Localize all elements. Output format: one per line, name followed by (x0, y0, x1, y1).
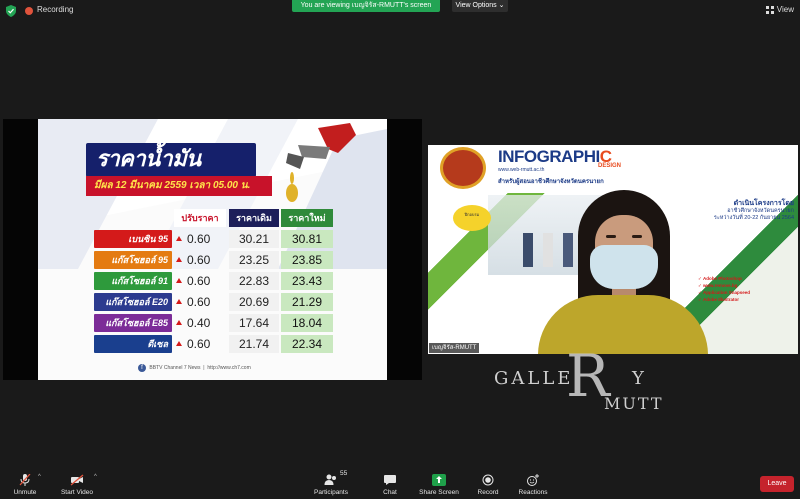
fuel-name: แก๊สโซฮอล์ E20 (94, 293, 172, 311)
top-bar: Recording You are viewing เบญจิรัส-RMUTT… (0, 0, 800, 22)
new-price: 18.04 (281, 314, 333, 332)
participant-name-tag: เบญจิรัส-RMUTT (429, 343, 480, 353)
unmute-label: Unmute (13, 489, 37, 496)
facebook-icon: f (138, 363, 146, 372)
participants-icon (324, 474, 336, 485)
col-header-change: ปรับราคา (174, 209, 226, 227)
new-price: 22.34 (281, 335, 333, 353)
presenter-eye (632, 235, 642, 238)
design-label: DESIGN (598, 163, 622, 169)
old-price: 30.21 (229, 230, 279, 248)
fuel-name: เบนซิน 95 (94, 230, 172, 248)
fuel-name: แก๊สโซฮอล์ 95 (94, 251, 172, 269)
video-tile-left[interactable]: ราคาน้ำมัน มีผล 12 มีนาคม 2559 เวลา 05.0… (3, 119, 422, 380)
table-row: แก๊สโซฮอล์ 95 0.60 23.25 23.85 (94, 251, 342, 269)
share-screen-button[interactable]: Share Screen (418, 467, 460, 499)
col-header-new-price: ราคาใหม่ (281, 209, 333, 227)
fuel-name: แก๊สโซฮอล์ E85 (94, 314, 172, 332)
unmute-button[interactable]: Unmute (10, 467, 40, 499)
new-price: 21.29 (281, 293, 333, 311)
infographic-banner: INFOGRAPHIC DESIGN www.web-rmutt.ac.th ส… (428, 145, 798, 193)
share-screen-label: Share Screen (419, 489, 459, 496)
up-arrow-icon (176, 278, 182, 283)
record-label: Record (477, 489, 499, 496)
chat-label: Chat (383, 489, 397, 496)
slide-footer: f BBTV Channel 7 News | http://www.ch7.c… (138, 363, 288, 374)
price-change: 0.60 (176, 251, 226, 269)
table-row: แก๊สโซฮอล์ E20 0.60 20.69 21.29 (94, 293, 342, 311)
table-row: ดีเซล 0.60 21.74 22.34 (94, 335, 342, 353)
new-price: 23.85 (281, 251, 333, 269)
view-options-button[interactable]: View Options ⌄ (452, 0, 508, 12)
up-arrow-icon (176, 257, 182, 262)
grid-icon (765, 5, 774, 14)
reactions-label: Reactions (518, 489, 548, 496)
slide-title: ราคาน้ำมัน (86, 143, 256, 177)
viewing-screen-banner: You are viewing เบญจิรัส-RMUTT's screen (292, 0, 440, 12)
up-arrow-icon (176, 299, 182, 304)
col-header-old-price: ราคาเดิม (229, 209, 279, 227)
slide-date: มีผล 12 มีนาคม 2559 เวลา 05.00 น. (86, 176, 272, 196)
participants-label: Participants (314, 489, 348, 496)
institution-seal-icon (440, 147, 486, 189)
record-icon (482, 474, 494, 486)
participants-count: 55 (340, 470, 348, 477)
start-video-label: Start Video (60, 489, 94, 496)
shield-icon[interactable] (6, 5, 16, 17)
face-mask (590, 245, 658, 289)
start-video-button[interactable]: Start Video (60, 467, 94, 499)
new-price: 30.81 (281, 230, 333, 248)
video-off-icon (70, 474, 84, 486)
price-change: 0.60 (176, 230, 226, 248)
meeting-toolbar: Unmute ^ Start Video ^ Participants 55 C… (0, 467, 800, 499)
chat-icon (384, 475, 396, 485)
leave-button[interactable]: Leave (760, 476, 794, 492)
up-arrow-icon (176, 320, 182, 325)
backdrop-info-text: ดำเนินโครงการโดย อาชีวศึกษาจังหวัดนครนาย… (713, 200, 794, 221)
recording-label: Recording (37, 5, 74, 14)
fuel-name: แก๊สโซฮอล์ 91 (94, 272, 172, 290)
smiley-plus-icon (527, 474, 539, 486)
fuel-price-slide: ราคาน้ำมัน มีผล 12 มีนาคม 2559 เวลา 05.0… (38, 119, 387, 380)
view-options-label: View Options (455, 2, 497, 9)
old-price: 23.25 (229, 251, 279, 269)
price-change: 0.60 (176, 272, 226, 290)
chat-button[interactable]: Chat (380, 467, 400, 499)
view-button[interactable]: View (765, 5, 794, 14)
old-price: 20.69 (229, 293, 279, 311)
new-price: 23.43 (281, 272, 333, 290)
old-price: 22.83 (229, 272, 279, 290)
infographic-url: www.web-rmutt.ac.th (498, 167, 545, 173)
audio-options-chevron-icon[interactable]: ^ (38, 474, 41, 480)
old-price: 21.74 (229, 335, 279, 353)
presenter-eye (606, 235, 616, 238)
old-price: 17.64 (229, 314, 279, 332)
gallery-rmutt-watermark: GALLE R Y MUTT (494, 342, 664, 413)
fuel-nozzle-icon (286, 123, 356, 202)
up-arrow-icon (176, 236, 182, 241)
video-options-chevron-icon[interactable]: ^ (94, 474, 97, 480)
zoom-meeting-window: Recording You are viewing เบญจิรัส-RMUTT… (0, 0, 800, 499)
backdrop-badge: ฝึกอบรม (453, 205, 491, 231)
infographic-title: INFOGRAPHIC (498, 147, 612, 166)
reactions-button[interactable]: Reactions (518, 467, 548, 499)
table-row: เบนซิน 95 0.60 30.21 30.81 (94, 230, 342, 248)
footer-url: http://www.ch7.com (207, 365, 251, 371)
backdrop-bullets: ✓ Adobe Photoshop ✓ www.remove.bg ✓ Appl… (698, 276, 751, 302)
infographic-subtitle: สำหรับผู้สอนอาชีวศึกษาจังหวัดนครนายก (498, 179, 604, 185)
up-arrow-icon (176, 341, 182, 346)
table-row: แก๊สโซฮอล์ 91 0.60 22.83 23.43 (94, 272, 342, 290)
view-label: View (776, 5, 794, 14)
video-tile-right[interactable]: INFOGRAPHIC DESIGN www.web-rmutt.ac.th ส… (428, 145, 798, 354)
muted-microphone-icon (19, 474, 31, 486)
price-change: 0.60 (176, 335, 226, 353)
recording-icon (25, 7, 33, 15)
table-row: แก๊สโซฮอล์ E85 0.40 17.64 18.04 (94, 314, 342, 332)
price-change: 0.60 (176, 293, 226, 311)
price-change: 0.40 (176, 314, 226, 332)
footer-source: BBTV Channel 7 News (149, 365, 201, 371)
record-button[interactable]: Record (476, 467, 500, 499)
share-screen-icon (432, 474, 446, 486)
fuel-name: ดีเซล (94, 335, 172, 353)
